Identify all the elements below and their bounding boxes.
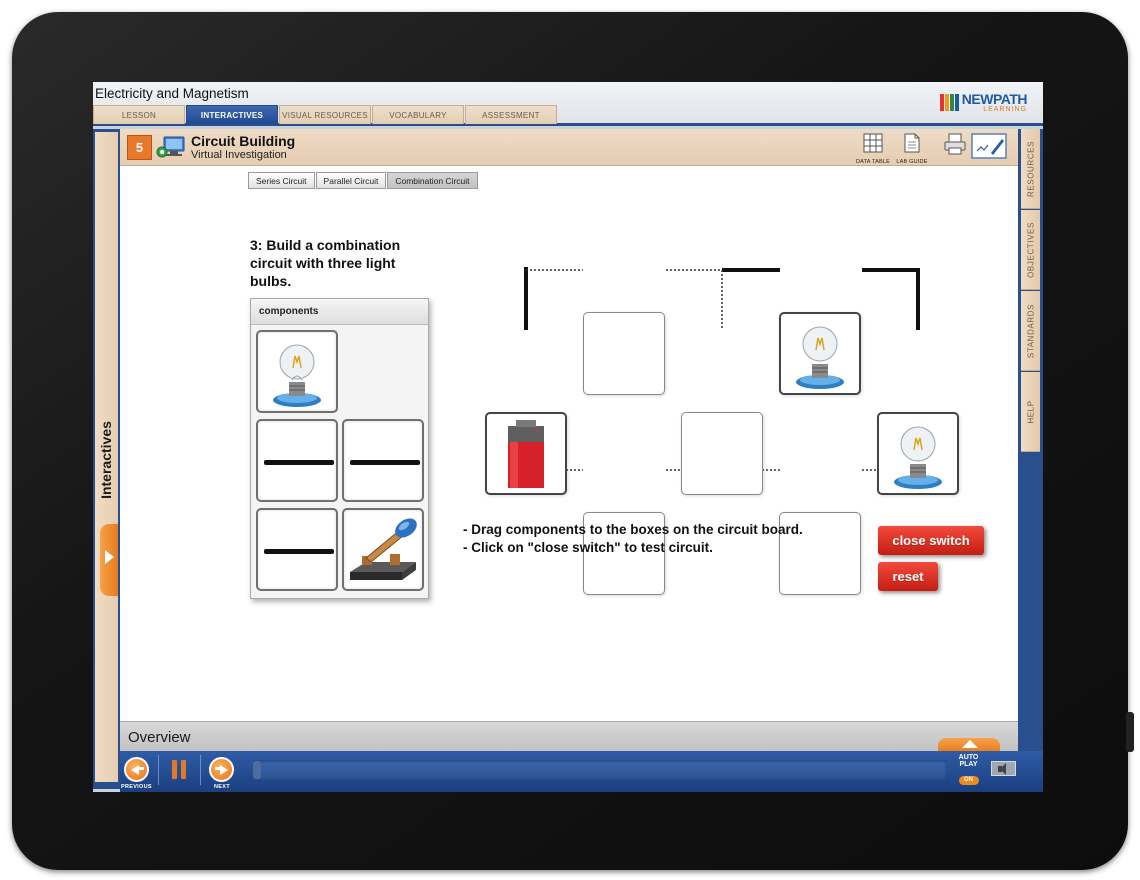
top-bar: Electricity and Magnetism NEWPATH LEARNI… — [93, 82, 1043, 126]
app-title: Electricity and Magnetism — [95, 86, 249, 101]
right-tab-standards[interactable]: STANDARDS — [1021, 291, 1040, 371]
pause-icon — [181, 760, 186, 779]
data-table-caption: DATA TABLE — [856, 159, 890, 165]
previous-button[interactable] — [124, 757, 149, 782]
tab-visual-resources[interactable]: VISUAL RESOURCES — [279, 105, 371, 124]
svg-text:+: + — [534, 426, 539, 436]
control-separator — [158, 755, 159, 785]
circuit-slot-center[interactable] — [681, 412, 763, 495]
main-tabs: LESSON INTERACTIVES VISUAL RESOURCES VOC… — [93, 105, 558, 124]
arrow-shaft — [137, 767, 144, 770]
next-button[interactable] — [209, 757, 234, 782]
overview-expand-button[interactable] — [938, 738, 1000, 752]
lab-guide-button[interactable]: LAB GUIDE — [892, 133, 932, 165]
arrow-shaft — [215, 767, 222, 770]
circuit-slot-top-right[interactable] — [779, 312, 861, 395]
app-screen: Electricity and Magnetism NEWPATH LEARNI… — [93, 82, 1043, 792]
right-tab-label: STANDARDS — [1026, 303, 1035, 358]
control-separator — [200, 755, 201, 785]
circuit-slot-battery[interactable]: + — [485, 412, 567, 495]
left-rail: Interactives — [93, 129, 120, 789]
newpath-logo: NEWPATH LEARNING — [939, 91, 1028, 113]
logo-sub-text: LEARNING — [983, 106, 1027, 113]
right-tab-label: OBJECTIVES — [1026, 221, 1035, 278]
print-button[interactable] — [935, 133, 975, 160]
pause-button[interactable] — [172, 760, 188, 779]
print-icon — [944, 133, 966, 155]
previous-caption: PREVIOUS — [121, 784, 152, 790]
playback-progress-bar[interactable] — [253, 760, 947, 780]
overview-bar: Overview — [120, 721, 1018, 752]
sound-button[interactable] — [991, 761, 1016, 776]
autoplay-label-2: PLAY — [959, 761, 978, 768]
progress-scrubber[interactable] — [253, 761, 261, 779]
right-tab-help[interactable]: HELP — [1021, 372, 1040, 452]
circuit-slot-top-left[interactable] — [583, 312, 665, 395]
tab-vocabulary[interactable]: VOCABULARY — [372, 105, 464, 124]
overview-label: Overview — [128, 729, 191, 746]
direction-line-2: - Click on "close switch" to test circui… — [463, 540, 713, 555]
arrow-up-icon — [962, 740, 978, 748]
data-table-icon — [863, 133, 883, 153]
pause-icon — [172, 760, 177, 779]
directions-text: - Drag components to the boxes on the ci… — [463, 521, 803, 557]
tab-assessment[interactable]: ASSESSMENT — [465, 105, 557, 124]
tablet-side-button — [1126, 712, 1134, 752]
lightbulb-icon — [796, 326, 844, 389]
lightbulb-icon — [894, 426, 942, 489]
notepad-icon — [971, 133, 1007, 159]
tab-lesson[interactable]: LESSON — [93, 105, 185, 124]
right-tab-objectives[interactable]: OBJECTIVES — [1021, 210, 1040, 290]
rail-expand-button[interactable] — [100, 524, 118, 596]
lab-guide-icon — [904, 133, 920, 153]
interactive-content: Series Circuit Parallel Circuit Combinat… — [120, 166, 1018, 721]
right-rail: RESOURCES OBJECTIVES STANDARDS HELP — [1018, 129, 1043, 792]
close-switch-button[interactable]: close switch — [878, 526, 984, 555]
autoplay-state: ON — [958, 776, 979, 785]
reset-button[interactable]: reset — [878, 562, 938, 591]
interactives-rail-label: Interactives — [98, 421, 114, 499]
module-header: 5 Circuit Building Virtual Investigation… — [120, 129, 1018, 166]
module-title: Circuit Building — [191, 133, 296, 149]
virtual-investigation-icon — [156, 136, 185, 158]
right-tab-label: HELP — [1026, 399, 1035, 424]
module-subtitle: Virtual Investigation — [191, 149, 287, 161]
arrow-right-icon — [105, 550, 114, 564]
right-tab-label: RESOURCES — [1026, 140, 1035, 197]
circuit-board-wires — [524, 267, 920, 474]
lab-guide-caption: LAB GUIDE — [896, 159, 928, 165]
next-caption: NEXT — [214, 784, 230, 790]
autoplay-toggle[interactable]: AUTO PLAY ON — [956, 754, 981, 788]
direction-line-1: - Drag components to the boxes on the ci… — [463, 522, 803, 537]
circuit-slot-right[interactable] — [877, 412, 959, 495]
logo-bars-icon — [939, 94, 959, 111]
module-number-badge: 5 — [127, 135, 152, 160]
battery-icon: + — [508, 420, 544, 488]
autoplay-label-1: AUTO — [958, 754, 979, 761]
right-tab-resources[interactable]: RESOURCES — [1021, 129, 1040, 209]
logo-main-text: NEWPATH — [961, 91, 1028, 107]
data-table-button[interactable]: DATA TABLE — [853, 133, 893, 165]
speaker-cone — [1000, 763, 1006, 775]
tab-interactives[interactable]: INTERACTIVES — [186, 105, 278, 124]
playback-controls: PREVIOUS NEXT AUTO PLAY ON — [120, 751, 1043, 792]
notepad-button[interactable] — [970, 133, 1008, 164]
